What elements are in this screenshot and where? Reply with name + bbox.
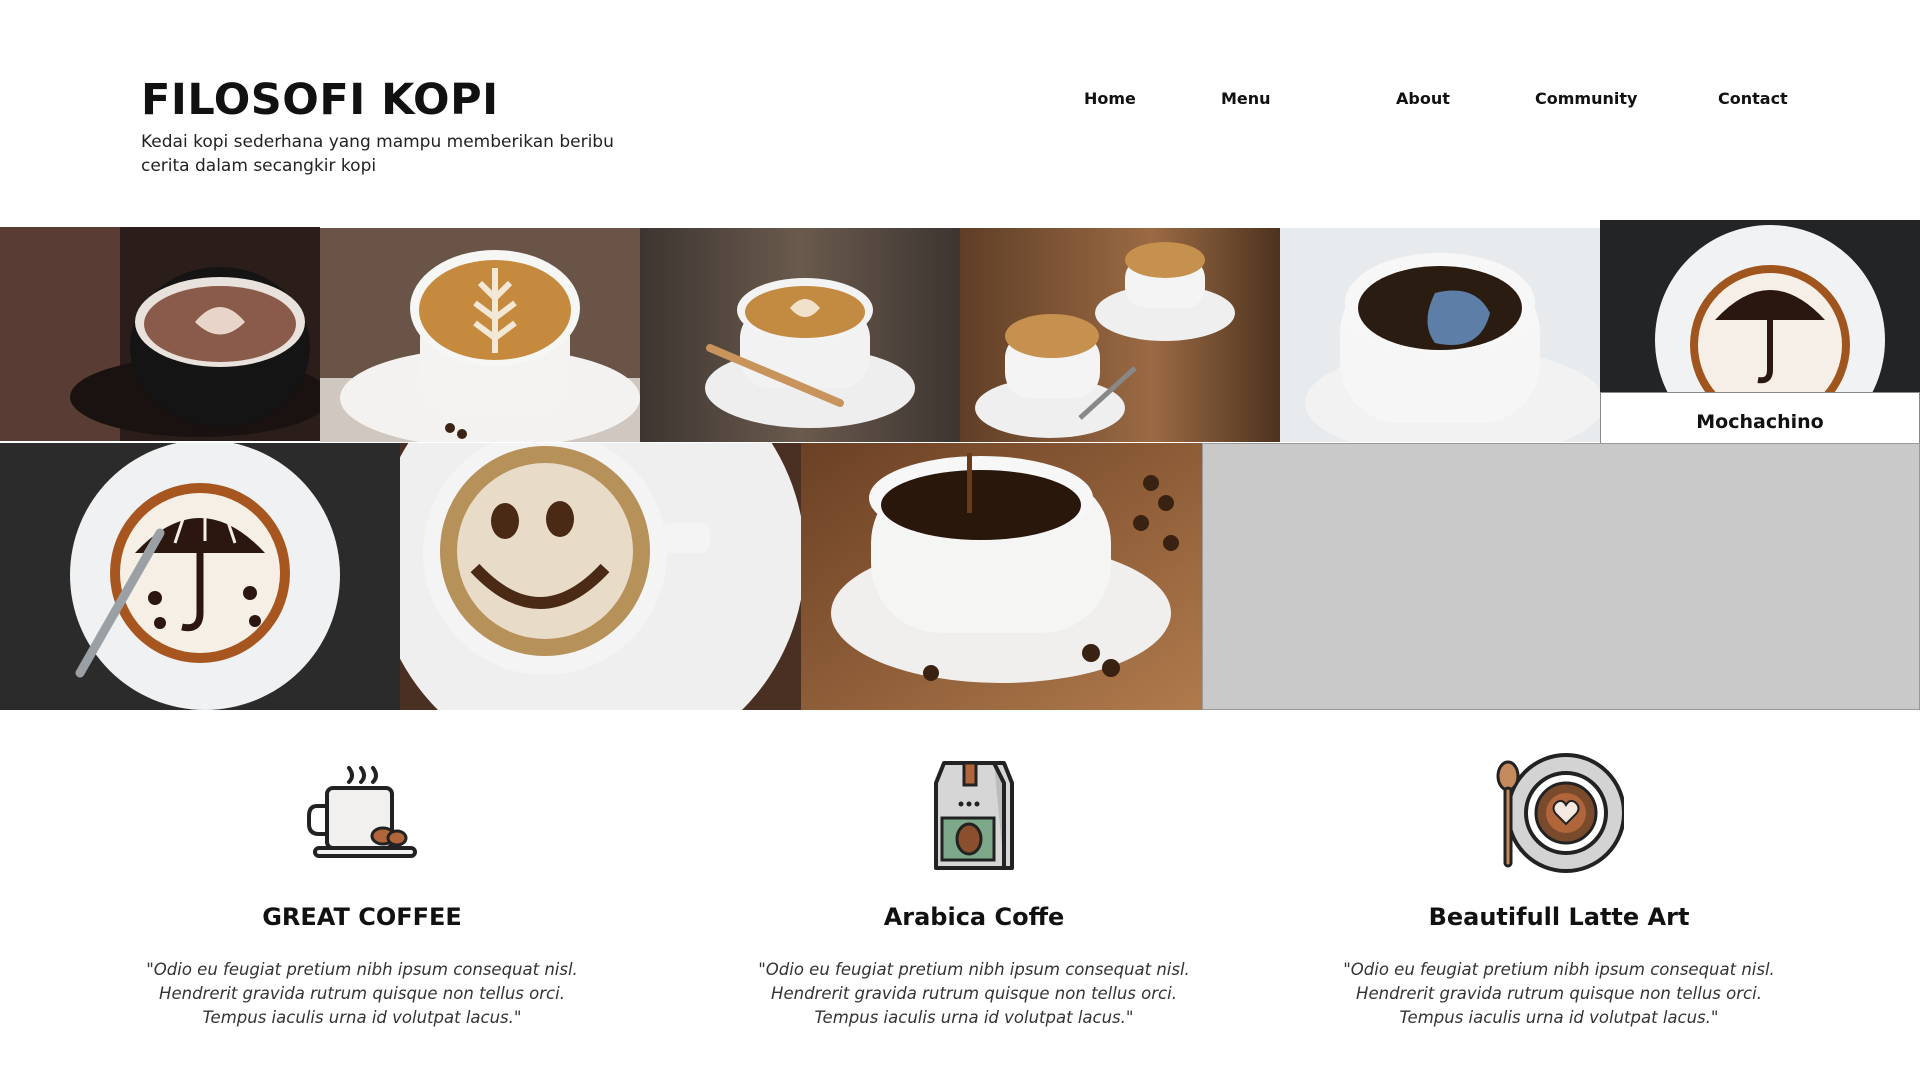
feature-description: "Odio eu feugiat pretium nibh ipsum cons… (146, 960, 578, 1027)
nav-home[interactable]: Home (1084, 89, 1136, 108)
nav-about[interactable]: About (1396, 89, 1450, 108)
feature-title: Arabica Coffe (883, 903, 1065, 931)
gallery-photo-two-cups[interactable] (960, 228, 1280, 442)
coffee-cup-icon (297, 748, 427, 878)
nav-contact[interactable]: Contact (1718, 89, 1788, 108)
gallery-photo-mochachino-hovered[interactable] (1600, 220, 1920, 392)
gallery-photo-mocha-latte[interactable] (0, 227, 320, 441)
feature-great-coffee: GREAT COFFEE "Odio eu feugiat pretium ni… (122, 748, 602, 1030)
feature-arabica-coffe: Arabica Coffe "Odio eu feugiat pretium n… (734, 748, 1214, 1030)
site-title: FILOSOFI KOPI (141, 75, 499, 125)
latte-art-icon (1494, 748, 1626, 878)
feature-latte-art: Beautifull Latte Art "Odio eu feugiat pr… (1319, 748, 1799, 1030)
gallery-empty-panel (1202, 443, 1920, 710)
feature-description: "Odio eu feugiat pretium nibh ipsum cons… (1343, 960, 1775, 1027)
feature-description: "Odio eu feugiat pretium nibh ipsum cons… (758, 960, 1190, 1027)
coffee-bag-icon (909, 748, 1039, 878)
gallery-photo-black-coffee[interactable] (1280, 228, 1600, 442)
nav-community[interactable]: Community (1535, 89, 1637, 108)
gallery-photo-leaf-latte[interactable] (320, 228, 640, 442)
nav-menu[interactable]: Menu (1221, 89, 1271, 108)
feature-title: GREAT COFFEE (262, 903, 462, 931)
feature-title: Beautifull Latte Art (1428, 903, 1690, 931)
gallery-photo-smiley-latte[interactable] (400, 443, 801, 710)
brand: FILOSOFI KOPI Kedai kopi sederhana yang … (141, 76, 661, 178)
site-tagline: Kedai kopi sederhana yang mampu memberik… (141, 132, 614, 176)
gallery-photo-pouring-coffee[interactable] (801, 443, 1202, 710)
gallery-photo-heart-latte[interactable] (640, 228, 960, 442)
gallery-photo-umbrella-latte[interactable] (0, 443, 400, 710)
